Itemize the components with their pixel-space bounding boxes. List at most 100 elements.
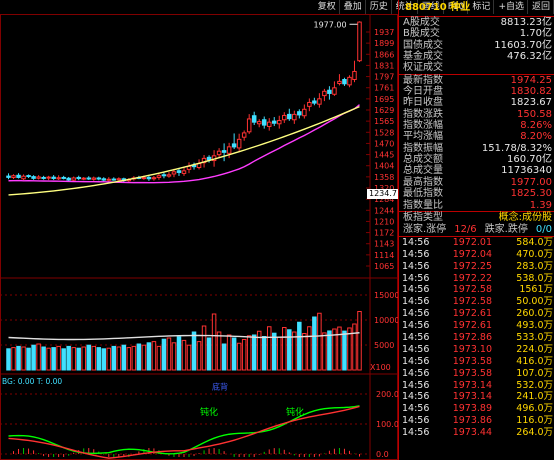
volume-bar bbox=[201, 325, 207, 371]
candle-body bbox=[86, 177, 91, 180]
stock-code: 880710 bbox=[405, 2, 447, 13]
volume-bar bbox=[21, 346, 26, 371]
macd-axis-label: 0.0 bbox=[376, 450, 389, 459]
tick-price: 1973.14 bbox=[452, 379, 492, 391]
annotation-3: 底背 bbox=[212, 382, 228, 392]
candle-body bbox=[246, 118, 252, 133]
tick-row[interactable]: 14:56 1973.89 496.0万 bbox=[399, 403, 554, 415]
candle-body bbox=[71, 177, 76, 181]
candle-body bbox=[156, 175, 162, 178]
macd-axis-label: 200.0 bbox=[376, 390, 398, 399]
volume-bar bbox=[251, 334, 257, 371]
volume-bar bbox=[337, 326, 342, 371]
down-value: 0/0 bbox=[535, 223, 552, 235]
tick-row[interactable]: 14:56 1973.44 264.0万 bbox=[399, 427, 554, 439]
volume-bar bbox=[16, 345, 21, 371]
volume-bar bbox=[231, 337, 237, 371]
volume-bar bbox=[302, 333, 307, 371]
y-axis-label: 1065 bbox=[374, 262, 394, 271]
summary-value: 11603.70亿 bbox=[494, 39, 552, 51]
tick-row[interactable]: 14:56 1973.86 116.0万 bbox=[399, 415, 554, 427]
volume-bar bbox=[191, 331, 197, 371]
tick-list[interactable]: 14:56 1972.01 584.0万 14:56 1972.04 470.0万 14:5… bbox=[399, 237, 554, 439]
y-axis-label: 1866 bbox=[374, 50, 394, 59]
tick-time: 14:56 bbox=[402, 296, 430, 308]
stat-value: 11736340 bbox=[501, 165, 552, 177]
stat-value: 1974.25 bbox=[510, 74, 552, 86]
tick-row[interactable]: 14:56 1973.10 224.0万 bbox=[399, 344, 554, 356]
stat-label: 总成交额 bbox=[403, 154, 443, 166]
candle-body bbox=[302, 108, 307, 117]
tick-row[interactable]: 14:56 1973.14 532.0万 bbox=[399, 380, 554, 392]
tick-time: 14:56 bbox=[402, 415, 430, 427]
volume-bar bbox=[76, 347, 81, 371]
summary-row: B股成交 1.70亿 bbox=[399, 28, 554, 39]
y-axis-label: 1404 bbox=[374, 162, 394, 171]
volume-bar bbox=[146, 342, 152, 371]
candle-body bbox=[151, 177, 157, 180]
volume-bar bbox=[261, 336, 267, 371]
tick-row[interactable]: 14:56 1972.25 283.0万 bbox=[399, 261, 554, 273]
tick-volume: 470.0万 bbox=[516, 248, 553, 260]
tick-row[interactable]: 14:56 1972.58 1561万 bbox=[399, 284, 554, 296]
tick-row[interactable]: 14:56 1973.14 241.0万 bbox=[399, 391, 554, 403]
candle-body bbox=[181, 170, 187, 174]
toolbar-btn-restore-rights[interactable]: 复权 bbox=[315, 0, 340, 14]
volume-bar bbox=[181, 339, 187, 371]
stat-row: 指数量比 1.39 bbox=[399, 200, 554, 211]
tick-row[interactable]: 14:56 1972.22 538.0万 bbox=[399, 273, 554, 285]
tick-row[interactable]: 14:56 1972.86 533.0万 bbox=[399, 332, 554, 344]
volume-bar bbox=[131, 345, 137, 371]
tick-price: 1972.04 bbox=[452, 248, 492, 260]
volume-bar bbox=[41, 346, 46, 371]
tick-price: 1972.61 bbox=[452, 320, 492, 332]
stock-name: 种业 bbox=[450, 2, 471, 13]
stat-row: 最低指数 1825.30 bbox=[399, 188, 554, 199]
stat-label: 总成交量 bbox=[403, 165, 443, 177]
tick-row[interactable]: 14:56 1972.04 470.0万 bbox=[399, 249, 554, 261]
toolbar-btn-history[interactable]: 历史 bbox=[367, 0, 392, 14]
tick-row[interactable]: 14:56 1972.61 260.0万 bbox=[399, 308, 554, 320]
tick-price: 1973.14 bbox=[452, 391, 492, 403]
volume-axis-label: 15000 bbox=[374, 291, 398, 300]
volume-bar bbox=[266, 326, 272, 371]
volume-bar bbox=[111, 345, 117, 371]
tick-row[interactable]: 14:56 1973.58 107.0万 bbox=[399, 368, 554, 380]
candle-body bbox=[166, 174, 172, 177]
candle-body bbox=[251, 115, 257, 123]
candle-body bbox=[16, 174, 21, 178]
tick-price: 1972.25 bbox=[452, 260, 492, 272]
volume-bar bbox=[101, 348, 107, 371]
volume-bar bbox=[352, 323, 357, 371]
board-type-value: 概念:成份股 bbox=[498, 211, 552, 223]
candle-body bbox=[271, 120, 277, 124]
volume-bar bbox=[126, 347, 132, 371]
candle-body bbox=[337, 80, 342, 85]
tick-row[interactable]: 14:56 1972.58 50.00万 bbox=[399, 296, 554, 308]
candle-body bbox=[342, 78, 347, 85]
candlestick-chart[interactable]: 1937 1899 1866 1831 1797 1761 1695 1629 1565 1528… bbox=[0, 14, 398, 460]
toolbar-btn-overlay[interactable]: 叠加 bbox=[341, 0, 366, 14]
candle-body bbox=[61, 176, 66, 179]
y-axis-label: 1761 bbox=[374, 84, 394, 93]
tick-time: 14:56 bbox=[402, 272, 430, 284]
volume-bar bbox=[166, 337, 172, 371]
tick-row[interactable]: 14:56 1972.61 493.0万 bbox=[399, 320, 554, 332]
tick-price: 1972.61 bbox=[452, 308, 492, 320]
candle-body bbox=[41, 176, 46, 179]
stat-row: 指数振幅 151.78/8.32% bbox=[399, 143, 554, 154]
stat-label: 指数涨跌 bbox=[403, 108, 443, 120]
tick-volume: 283.0万 bbox=[516, 260, 553, 272]
tick-row[interactable]: 14:56 1972.01 584.0万 bbox=[399, 237, 554, 249]
volume-bar bbox=[221, 343, 227, 371]
stat-value: 1823.67 bbox=[510, 97, 552, 109]
candle-body bbox=[176, 170, 182, 173]
stat-value: 150.58 bbox=[517, 108, 552, 120]
stat-label: 昨日收盘 bbox=[403, 97, 443, 109]
summary-row: 权证成交 bbox=[399, 62, 554, 73]
summary-row: A股成交 8813.23亿 bbox=[399, 17, 554, 28]
candle-body bbox=[357, 21, 362, 62]
volume-bar bbox=[342, 330, 347, 371]
tick-price: 1973.58 bbox=[452, 367, 492, 379]
tick-row[interactable]: 14:56 1973.58 416.0万 bbox=[399, 356, 554, 368]
